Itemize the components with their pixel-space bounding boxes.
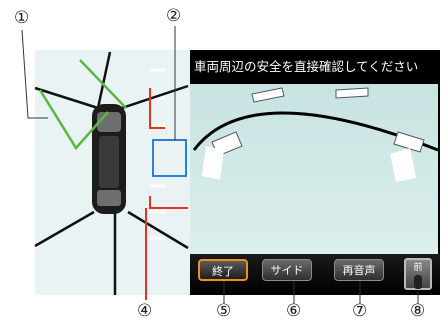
callout-6: ⑥ — [286, 301, 302, 321]
callout-2: ② — [166, 6, 182, 26]
callout-7: ⑦ — [352, 301, 368, 321]
highlight-box — [152, 139, 187, 177]
car-front-icon — [414, 275, 422, 289]
side-markers — [202, 146, 416, 182]
end-button[interactable]: 終了 — [198, 259, 248, 281]
replay-voice-button[interactable]: 再音声 — [334, 259, 384, 281]
front-view-label: 前 — [413, 263, 423, 273]
callout-4: ④ — [137, 301, 153, 321]
callout-8: ⑧ — [410, 301, 426, 321]
side-button[interactable]: サイド — [262, 259, 312, 281]
car-icon — [92, 104, 126, 214]
callout-red-lines — [145, 88, 188, 300]
distance-markers — [211, 87, 425, 157]
callout-5: ⑤ — [216, 301, 232, 321]
callout-1: ① — [14, 8, 30, 28]
front-view-toggle[interactable]: 前 — [404, 258, 432, 290]
